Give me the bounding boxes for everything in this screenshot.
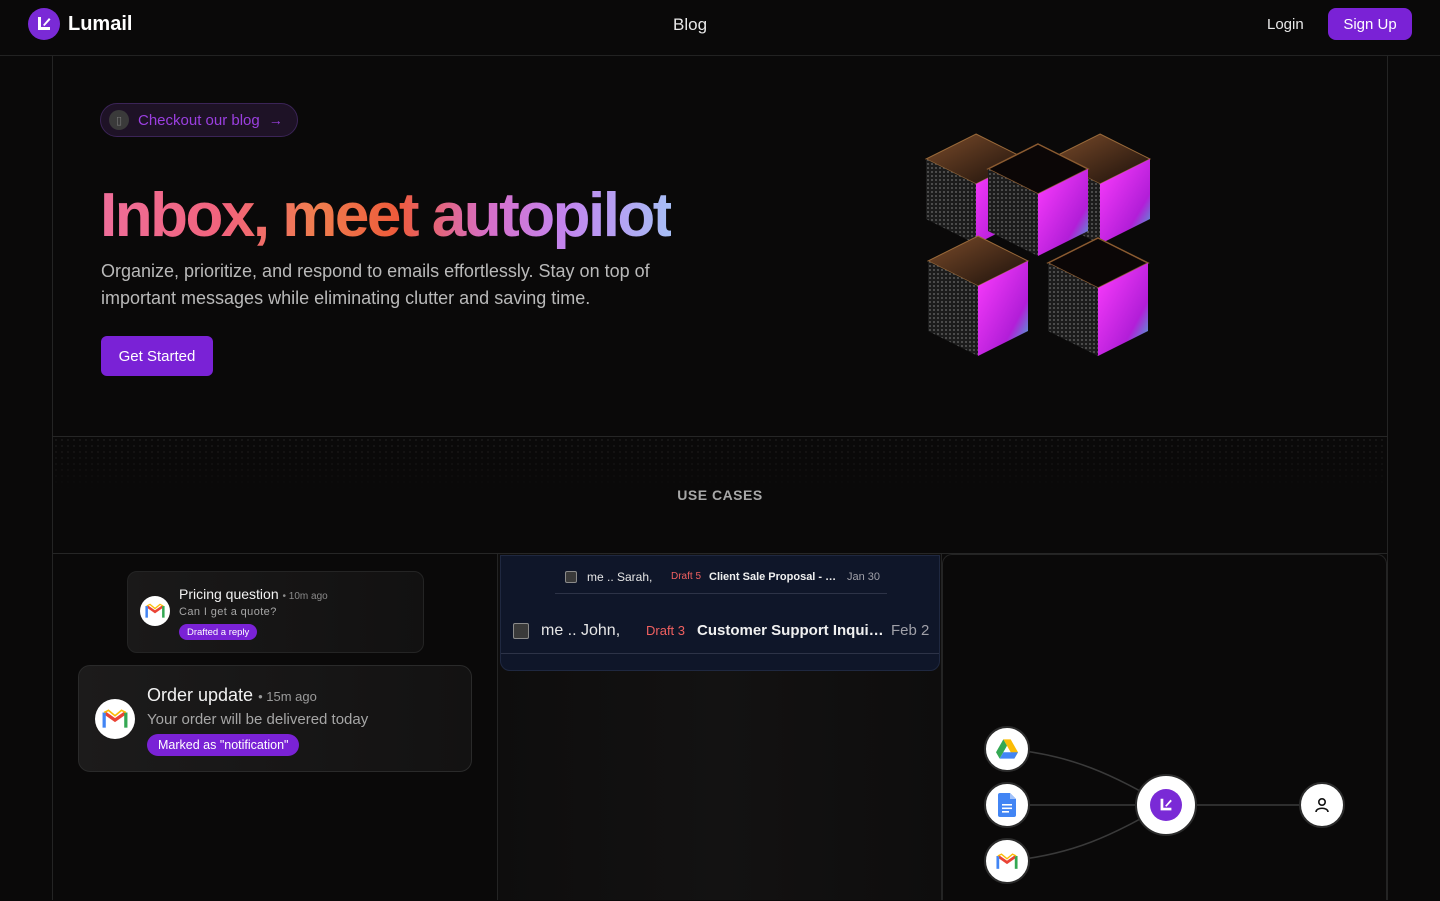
gmail-icon	[984, 838, 1030, 884]
notification-title: Pricing question	[179, 586, 279, 602]
notification-badge: Marked as "notification"	[147, 734, 300, 756]
mail-row[interactable]: me .. John, Draft 3 Customer Support Inq…	[501, 608, 939, 654]
notification-card-large: Order update • 15m ago Your order will b…	[78, 665, 472, 772]
pill-dot-icon: ▯	[109, 110, 129, 130]
google-docs-icon	[984, 782, 1030, 828]
brand-name: Lumail	[68, 12, 133, 35]
lumail-logo-icon	[28, 8, 60, 40]
mail-date: Feb 2	[891, 622, 930, 639]
mail-draft-count: Draft 5	[671, 571, 702, 582]
row-checkbox[interactable]	[513, 622, 529, 639]
use-case-card-drafts: me .. Sarah, Draft 5 Client Sale Proposa…	[497, 554, 942, 900]
notification-time: 15m ago	[266, 689, 317, 704]
mail-subject: Client Sale Proposal - Q1 Review	[709, 570, 841, 583]
mail-sender: me .. Sarah,	[587, 569, 653, 584]
user-icon	[1299, 782, 1345, 828]
notification-body: Can I get a quote?	[179, 606, 277, 618]
get-started-button[interactable]: Get Started	[101, 336, 213, 376]
google-drive-icon	[984, 726, 1030, 772]
use-cases-label: USE CASES	[677, 487, 763, 503]
lumail-hub-node	[1135, 774, 1197, 836]
nav-blog-link[interactable]: Blog	[673, 15, 707, 35]
use-case-card-notifications: Pricing question • 10m ago Can I get a q…	[53, 554, 497, 900]
notification-body: Your order will be delivered today	[147, 711, 369, 728]
mail-subject: Customer Support Inquiry Follow-up	[697, 622, 887, 639]
gmail-icon	[95, 699, 135, 739]
mail-draft-count: Draft 3	[646, 623, 686, 638]
notification-badge: Drafted a reply	[179, 624, 258, 640]
blog-announcement-pill[interactable]: ▯ Checkout our blog →	[100, 103, 298, 137]
mail-sender: me .. John,	[541, 621, 621, 639]
row-checkbox[interactable]	[565, 570, 577, 583]
login-link[interactable]: Login	[1267, 16, 1304, 33]
blog-pill-text: Checkout our blog	[138, 111, 260, 129]
top-nav: Lumail Blog Login Sign Up	[0, 0, 1440, 56]
cubes-illustration	[924, 133, 1152, 356]
notification-time: 10m ago	[288, 591, 328, 602]
mail-list-panel: me .. Sarah, Draft 5 Client Sale Proposa…	[500, 555, 940, 671]
hero-title: Inbox, meet autopilot	[100, 181, 673, 250]
gmail-icon	[140, 596, 170, 626]
brand[interactable]: Lumail	[28, 8, 132, 40]
use-cases-header: USE CASES	[53, 437, 1387, 554]
mail-date: Jan 30	[847, 570, 881, 583]
mail-row[interactable]: me .. Sarah, Draft 5 Client Sale Proposa…	[555, 560, 887, 594]
lumail-logo-icon	[1150, 789, 1182, 821]
arrow-right-icon: →	[268, 112, 283, 128]
sign-up-button[interactable]: Sign Up	[1328, 8, 1412, 40]
hero-subtitle: Organize, prioritize, and respond to ema…	[101, 261, 650, 308]
notification-title: Order update	[147, 685, 254, 705]
use-case-card-integrations	[942, 554, 1387, 900]
notification-card-small: Pricing question • 10m ago Can I get a q…	[127, 571, 424, 653]
